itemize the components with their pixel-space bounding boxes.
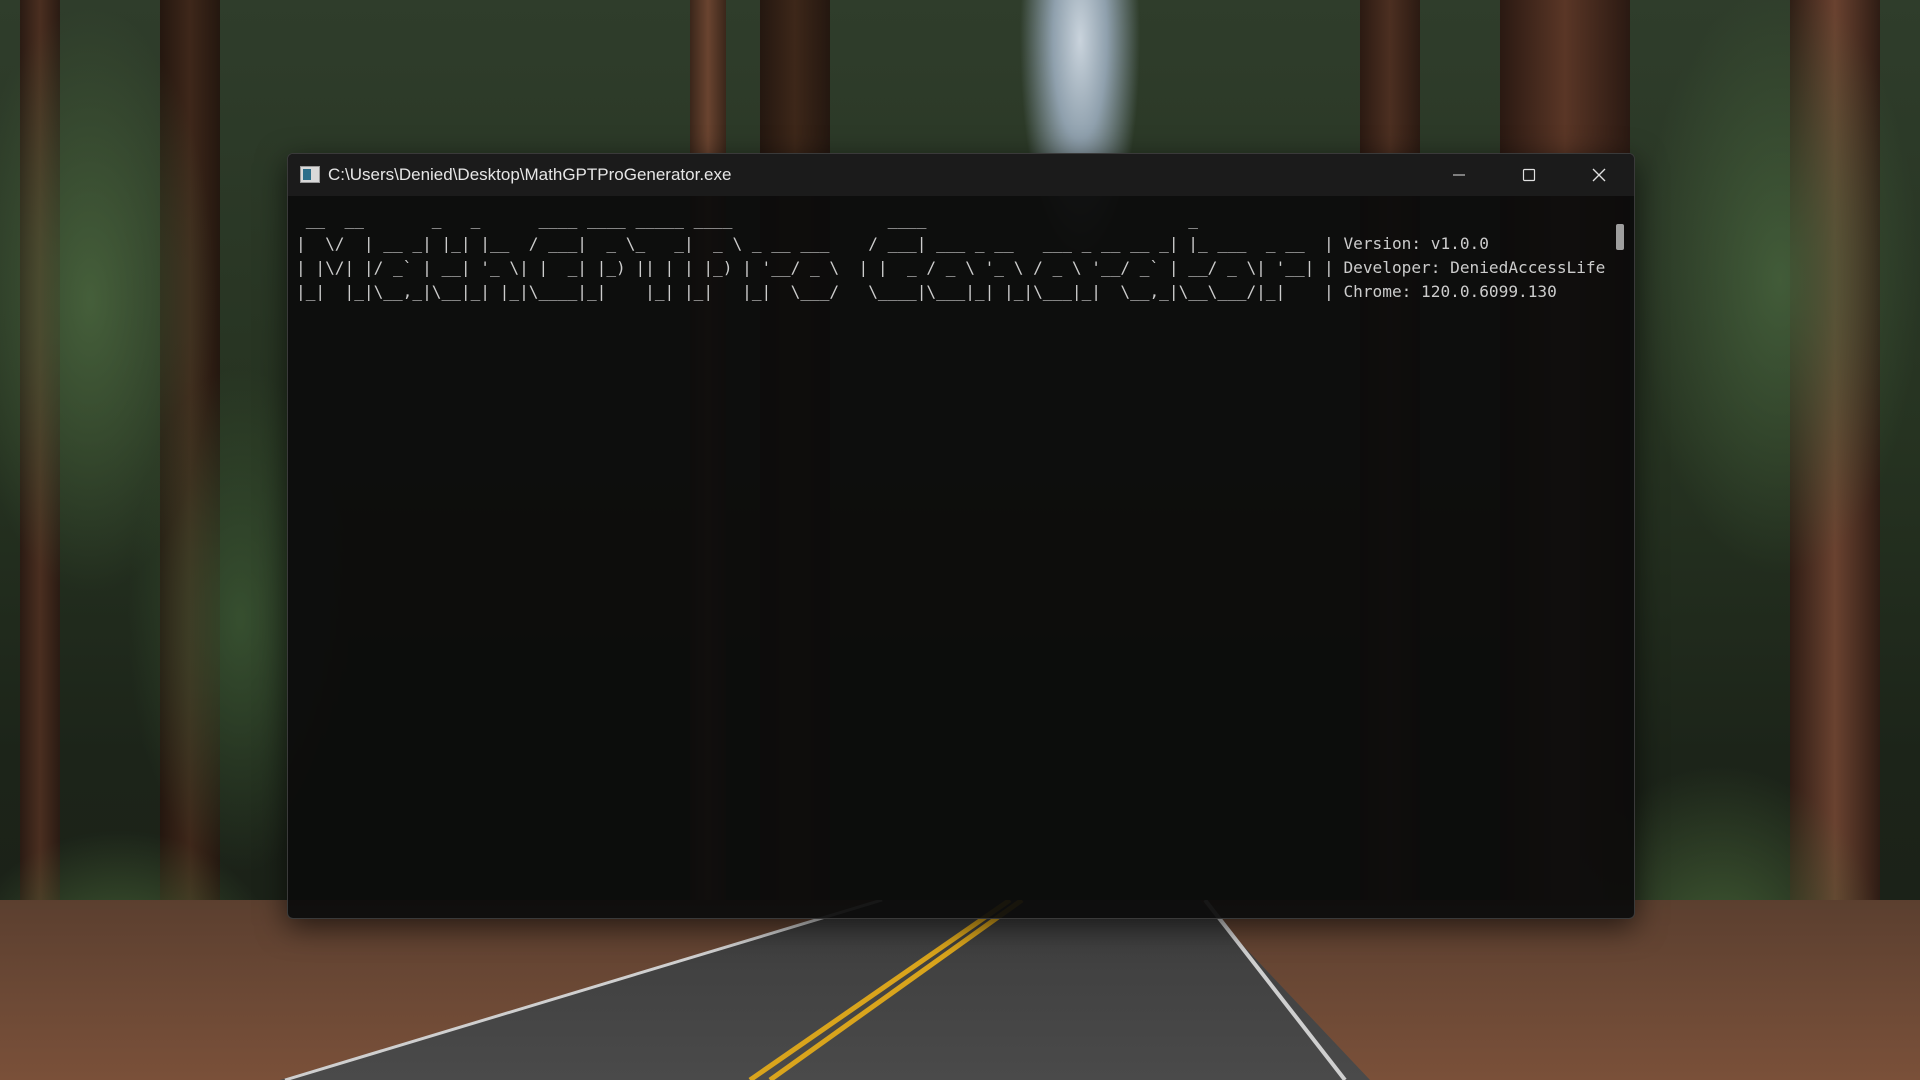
road-markings <box>284 900 1347 1080</box>
console-window[interactable]: C:\Users\Denied\Desktop\MathGPTProGenera… <box>287 153 1635 919</box>
console-text-area[interactable]: __ __ _ _ ____ ____ _____ ____ ____ _ | … <box>288 196 1634 918</box>
console-line: | \/ | __ _| |_| |__ / ___| _ \_ _| _ \ … <box>296 234 1489 253</box>
console-line: |_| |_|\__,_|\__|_| |_|\____|_| |_| |_| … <box>296 282 1557 301</box>
minimize-button[interactable] <box>1424 154 1494 196</box>
close-button[interactable] <box>1564 154 1634 196</box>
vertical-scrollbar[interactable] <box>1611 196 1629 918</box>
desktop-wallpaper: C:\Users\Denied\Desktop\MathGPTProGenera… <box>0 0 1920 1080</box>
console-app-icon[interactable] <box>300 166 320 183</box>
window-title: C:\Users\Denied\Desktop\MathGPTProGenera… <box>328 165 732 184</box>
maximize-button[interactable] <box>1494 154 1564 196</box>
scrollbar-thumb[interactable] <box>1616 224 1624 250</box>
console-line: | |\/| |/ _` | __| '_ \| | _| |_) || | |… <box>296 258 1606 277</box>
console-line: __ __ _ _ ____ ____ _____ ____ ____ _ <box>296 210 1325 229</box>
title-bar[interactable]: C:\Users\Denied\Desktop\MathGPTProGenera… <box>288 154 1634 196</box>
minimize-icon <box>1453 174 1465 176</box>
wallpaper-road <box>0 900 1920 1080</box>
close-icon <box>1592 168 1606 182</box>
console-output: __ __ _ _ ____ ____ _____ ____ ____ _ | … <box>296 208 1605 304</box>
maximize-icon <box>1522 168 1536 182</box>
